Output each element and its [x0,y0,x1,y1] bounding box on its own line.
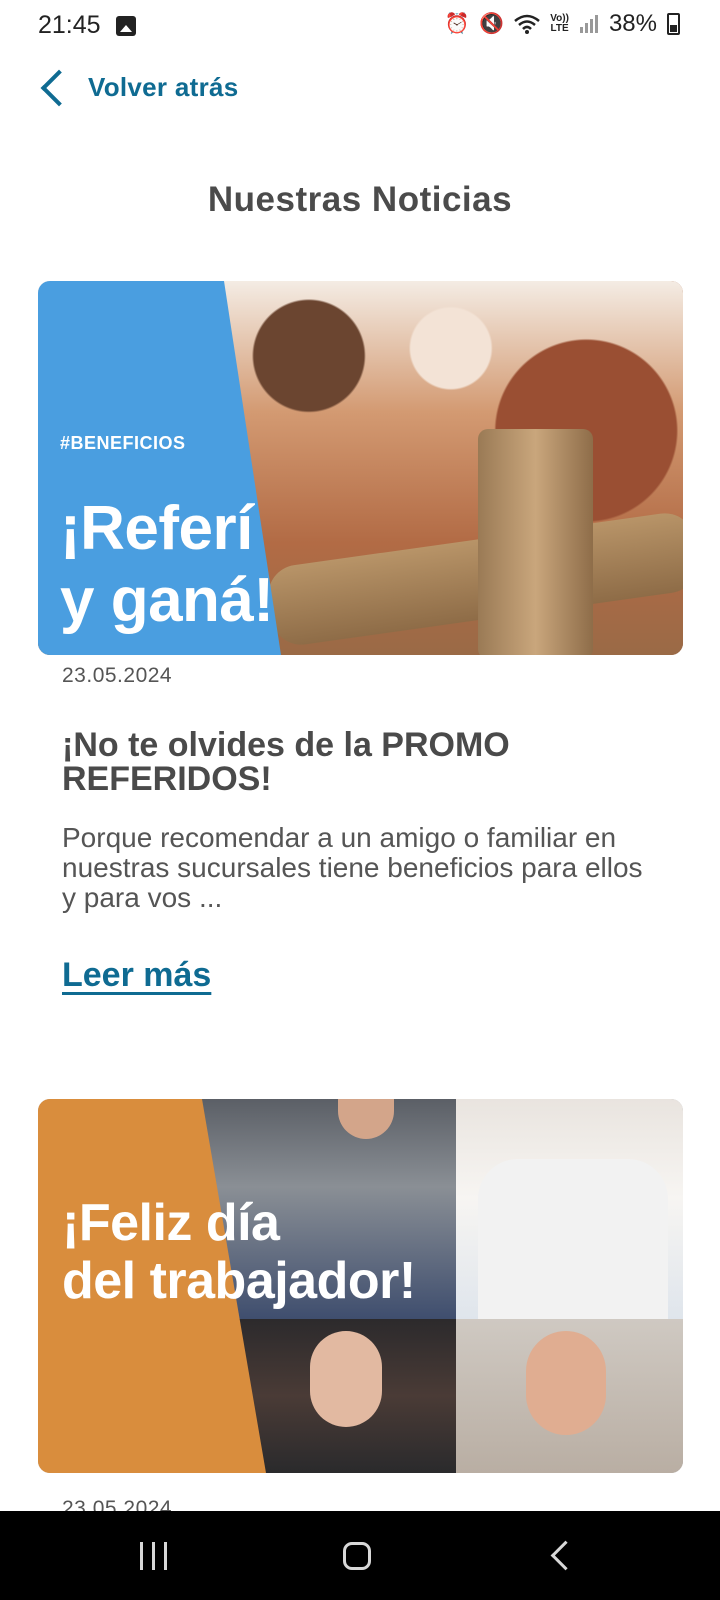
face-shape [526,1331,606,1435]
back-button[interactable]: Volver atrás [36,69,239,106]
gallery-icon [116,16,136,36]
signal-icon [579,15,598,33]
fence-post [478,429,593,655]
mute-icon: 🔇 [479,13,505,35]
back-label: Volver atrás [88,72,239,102]
image-headline: ¡Referí y ganá! [60,494,274,635]
status-bar: 21:45 ⏰ 🔇 Vo)) LTE 38% [0,0,720,54]
battery-icon [667,13,680,35]
home-icon[interactable] [343,1542,371,1570]
battery-percent: 38% [608,10,657,37]
news-date: 23.05.2024 [62,664,173,687]
image-hashtag: #BENEFICIOS [60,433,186,453]
status-time: 21:45 [38,11,101,39]
back-icon[interactable] [550,1540,581,1571]
page-title: Nuestras Noticias [207,180,513,219]
wifi-icon [514,14,541,34]
recents-icon[interactable] [140,1542,172,1570]
news-title: ¡No te olvides de la PROMO REFERIDOS! [62,726,510,798]
alarm-icon: ⏰ [444,13,470,35]
news-image-referidos[interactable]: #BENEFICIOS ¡Referí y ganá! [38,281,683,655]
chevron-left-icon [40,69,78,106]
news-excerpt: Porque recomendar a un amigo o familiar … [62,822,643,913]
image-headline: ¡Feliz día del trabajador! [62,1194,416,1310]
face-shape [310,1331,382,1427]
read-more-link[interactable]: Leer más [62,956,211,995]
news-image-trabajador[interactable]: ¡Feliz día del trabajador! [38,1099,683,1473]
volte-icon: Vo)) LTE [550,13,569,34]
coat-shape [478,1159,668,1319]
status-icons: ⏰ 🔇 Vo)) LTE 38% [444,10,680,38]
system-nav-bar [0,1511,720,1600]
